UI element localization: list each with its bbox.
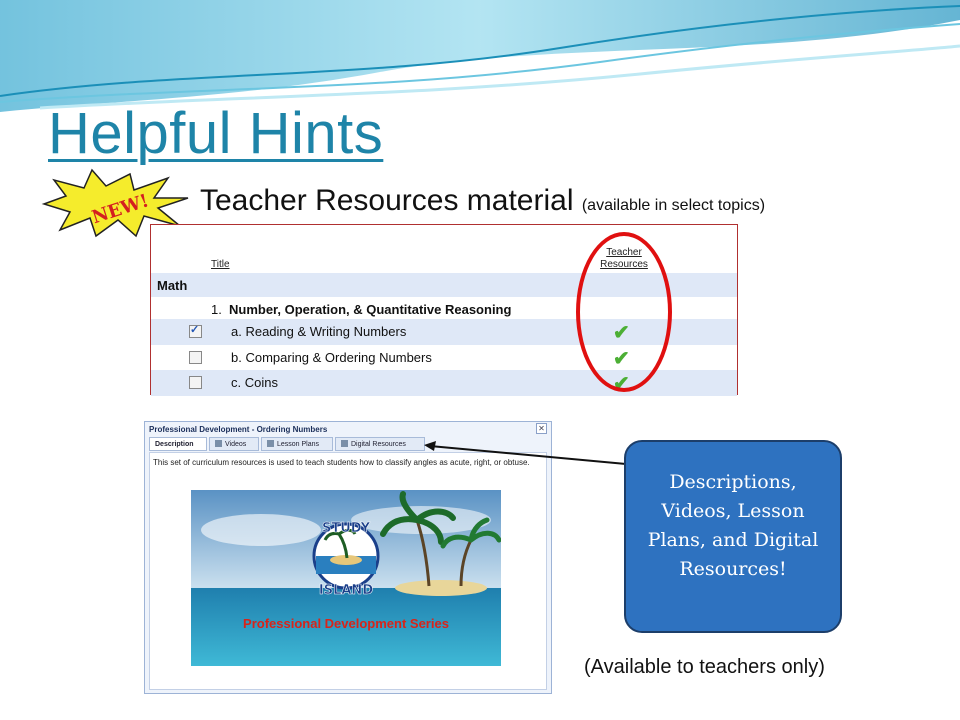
availability-note: (Available to teachers only)	[584, 656, 825, 678]
topic-name: Number, Operation, & Quantitative Reason…	[229, 302, 512, 317]
film-icon	[215, 440, 222, 447]
subtitle-main: Teacher Resources material	[200, 184, 574, 217]
lesson-checkbox[interactable]	[189, 323, 202, 338]
tab-digital-resources[interactable]: Digital Resources	[335, 437, 425, 451]
column-header-title[interactable]: Title	[211, 259, 230, 270]
pd-content: This set of curriculum resources is used…	[149, 452, 547, 690]
subject-label: Math	[157, 278, 188, 293]
island-scene-image: STUDY ISLAND	[191, 490, 501, 666]
logo-study-text: STUDY	[322, 521, 371, 536]
section-subtitle: Teacher Resources material (available in…	[200, 184, 765, 218]
lesson-label: b. Comparing & Ordering Numbers	[231, 350, 432, 365]
lesson-label: a. Reading & Writing Numbers	[231, 324, 407, 339]
tab-videos[interactable]: Videos	[209, 437, 259, 451]
pd-banner-caption: Professional Development Series	[243, 616, 449, 631]
highlight-oval	[576, 232, 672, 392]
lesson-label: c. Coins	[231, 375, 278, 390]
callout-text: Descriptions, Videos, Lesson Plans, and …	[647, 471, 819, 580]
tab-label: Videos	[225, 441, 247, 448]
callout-box: Descriptions, Videos, Lesson Plans, and …	[624, 440, 842, 633]
subtitle-note: (available in select topics)	[581, 197, 766, 214]
tab-label: Lesson Plans	[277, 441, 320, 448]
lesson-checkbox[interactable]	[189, 351, 202, 364]
pd-banner-image[interactable]: STUDY ISLAND Professional Development Se…	[191, 490, 501, 666]
logo-island-text: ISLAND	[319, 583, 373, 598]
tab-label: Description	[155, 441, 194, 448]
topic-number: 1.	[211, 302, 222, 317]
monitor-icon	[341, 440, 348, 447]
tab-label: Digital Resources	[351, 441, 406, 448]
page-title: Helpful Hints	[48, 101, 384, 166]
tab-lesson-plans[interactable]: Lesson Plans	[261, 437, 333, 451]
document-icon	[267, 440, 274, 447]
tab-description[interactable]: Description	[149, 437, 207, 451]
pointer-arrow	[424, 441, 627, 465]
close-icon[interactable]: ✕	[536, 423, 547, 434]
lesson-checkbox[interactable]	[189, 376, 202, 389]
pd-window-title: Professional Development - Ordering Numb…	[149, 425, 328, 434]
